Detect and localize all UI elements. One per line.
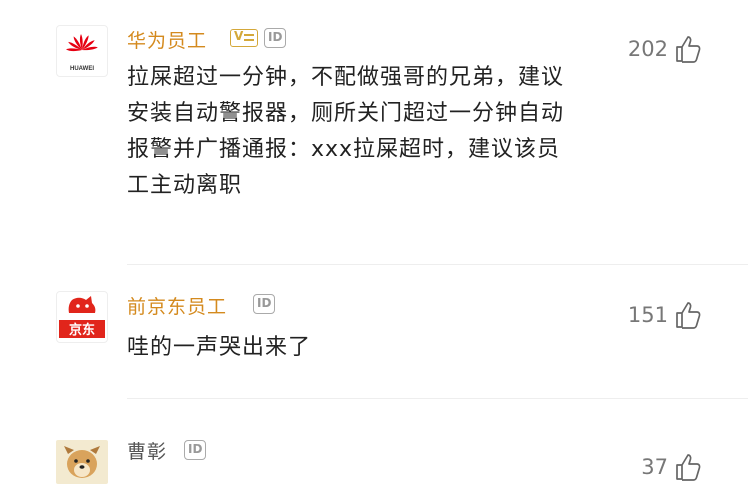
badge-v-label: V: [234, 29, 244, 43]
badge-group: ID: [184, 440, 207, 460]
avatar[interactable]: [56, 440, 108, 484]
huawei-logo: HUAWEI: [65, 34, 98, 72]
comment-text: 哇的一声哭出来了: [127, 335, 312, 360]
jd-logo: 京东: [59, 296, 105, 338]
thumb-up-icon: [676, 36, 701, 63]
comment-text: 拉屎超过一分钟，不配做强哥的兄弟，建议安装自动警报器，厕所关门超过一分钟自动报警…: [127, 65, 565, 198]
like-count: 202: [627, 37, 668, 61]
verified-badge-icon: V: [230, 29, 258, 47]
avatar[interactable]: 京东: [56, 291, 108, 343]
like-count: 151: [627, 303, 668, 327]
like-button[interactable]: 151: [628, 300, 704, 330]
avatar-label: HUAWEI: [70, 66, 94, 72]
username[interactable]: 前京东员工: [127, 292, 227, 319]
id-badge: ID: [184, 440, 207, 460]
divider: [127, 398, 748, 399]
avatar[interactable]: HUAWEI: [56, 25, 108, 77]
comment-item: HUAWEI 华为员工 V ID 202 拉屎超过一分钟，不配做强哥的兄弟，建议…: [0, 0, 748, 260]
thumb-up-icon: [676, 454, 701, 481]
avatar-label: 京东: [69, 322, 95, 338]
thumb-up-icon: [676, 302, 701, 329]
username[interactable]: 曹彰: [127, 437, 167, 464]
badge-group: ID: [253, 294, 276, 314]
username[interactable]: 华为员工: [127, 26, 207, 53]
id-badge: ID: [264, 28, 287, 48]
id-badge: ID: [253, 294, 276, 314]
like-button[interactable]: 37: [641, 452, 704, 482]
divider: [127, 264, 748, 265]
like-count: 37: [641, 455, 668, 479]
badge-group: V ID: [230, 28, 287, 48]
dog-avatar-icon: [64, 446, 100, 478]
like-button[interactable]: 202: [628, 34, 704, 64]
